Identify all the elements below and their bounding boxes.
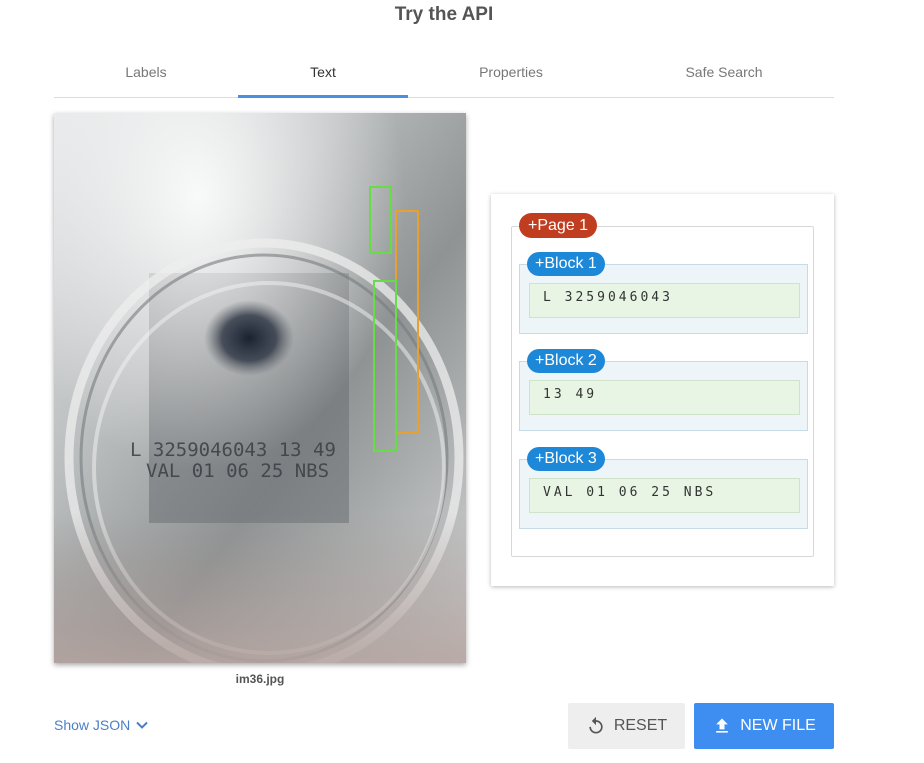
tab-text[interactable]: Text: [238, 56, 408, 97]
printed-line-2: VAL 01 06 25 NBS: [146, 460, 329, 482]
uploaded-image: L 3259046043 13 49 VAL 01 06 25 NBS: [54, 113, 466, 663]
tab-properties[interactable]: Properties: [408, 56, 614, 97]
text-results-panel: +Page 1 L 3259046043 +Block 1 13 49 +Blo…: [491, 194, 834, 586]
tab-labels[interactable]: Labels: [54, 56, 238, 97]
refresh-icon: [589, 716, 603, 734]
block-badge-2[interactable]: +Block 2: [527, 349, 605, 373]
image-filename: im36.jpg: [235, 672, 285, 686]
show-json-toggle[interactable]: Show JSON: [54, 717, 150, 733]
page-title: Try the API: [394, 4, 494, 25]
block-text-3: VAL 01 06 25 NBS: [529, 478, 800, 513]
upload-icon: [716, 718, 729, 733]
new-file-label: NEW FILE: [740, 717, 816, 734]
tab-safe-search[interactable]: Safe Search: [614, 56, 834, 97]
jar-lid-photo: L 3259046043 13 49 VAL 01 06 25 NBS: [54, 113, 466, 663]
block-text-1: L 3259046043: [529, 283, 800, 318]
reset-label: RESET: [613, 717, 668, 734]
active-tab-indicator: [238, 95, 408, 98]
block-badge-1[interactable]: +Block 1: [527, 252, 605, 276]
page-badge[interactable]: +Page 1: [519, 213, 598, 238]
tab-bar: Labels Text Properties Safe Search: [54, 56, 834, 98]
chevron-down-icon: [136, 721, 148, 729]
reset-button[interactable]: RESET: [568, 703, 685, 749]
show-json-label: Show JSON: [54, 717, 131, 733]
printed-line-1: L 3259046043 13 49: [130, 439, 336, 461]
block-text-2: 13 49: [529, 380, 800, 415]
new-file-button[interactable]: NEW FILE: [694, 703, 834, 749]
block-badge-3[interactable]: +Block 3: [527, 447, 605, 471]
